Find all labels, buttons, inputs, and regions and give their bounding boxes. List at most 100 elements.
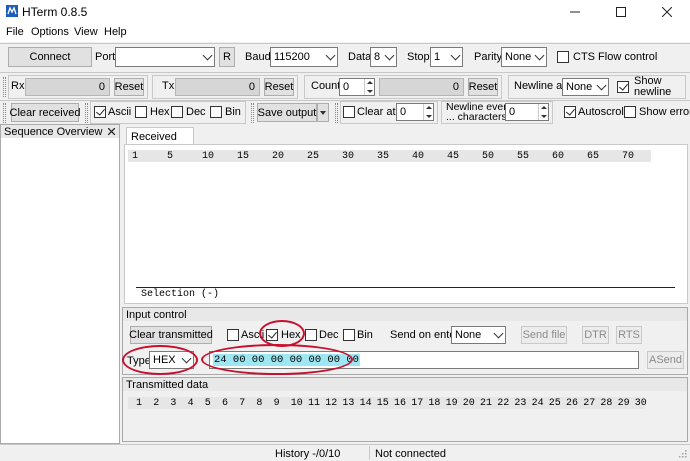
clear-at-spinner[interactable]: 0 (396, 103, 434, 121)
toolbar-grip[interactable] (335, 103, 338, 123)
show-errors-checkbox[interactable] (624, 106, 636, 118)
send-file-button[interactable]: Send file (521, 326, 567, 344)
asend-button[interactable]: ASend (647, 351, 684, 369)
send-on-enter-select[interactable]: None (451, 326, 506, 344)
received-data-view[interactable] (128, 162, 651, 286)
stop-bits-select[interactable]: 1 (430, 47, 463, 67)
tx-reset-button[interactable]: Reset (264, 78, 294, 96)
ruler-tick-label: 18 (428, 398, 441, 409)
count-reset-button[interactable]: Reset (468, 78, 498, 96)
ruler-tick-label: 10 (290, 398, 303, 409)
chevron-down-icon (320, 110, 326, 115)
parity-select[interactable]: None (501, 47, 547, 67)
toolbar-grip[interactable] (85, 103, 88, 123)
ruler-tick-label: 20 (272, 151, 285, 162)
ruler-tick-label: 13 (342, 398, 355, 409)
received-ruler: 1 5 10 15 20 25 30 35 40 45 50 55 60 65 70 (128, 150, 651, 162)
rx-count: 0 (98, 81, 105, 93)
ruler-tick-label: 25 (307, 151, 320, 162)
close-icon (662, 7, 672, 17)
input-dec-checkbox[interactable] (305, 329, 317, 341)
ruler-tick-label: 14 (359, 398, 372, 409)
ruler-tick-label: 24 (531, 398, 544, 409)
cts-flow-checkbox[interactable] (557, 51, 569, 63)
baud-select[interactable]: 115200 (270, 47, 338, 67)
ruler-tick-label: 15 (376, 398, 389, 409)
maximize-button[interactable] (598, 0, 644, 24)
chevron-down-icon (534, 50, 545, 61)
connection-status: Not connected (375, 448, 446, 460)
spinner-arrows-icon[interactable] (538, 104, 548, 120)
ruler-tick-label: 1 (132, 151, 139, 162)
ruler-tick-label: 29 (617, 398, 630, 409)
close-window-button[interactable] (644, 0, 690, 24)
rx-reset-button[interactable]: Reset (114, 78, 144, 96)
chevron-down-icon (493, 328, 504, 339)
input-bin-checkbox[interactable] (343, 329, 355, 341)
minimize-icon (570, 11, 580, 13)
ruler-tick-label: 30 (342, 151, 355, 162)
display-ascii-checkbox[interactable] (94, 106, 106, 118)
connect-button[interactable]: Connect (8, 47, 92, 67)
input-bin-label: Bin (357, 329, 373, 341)
rts-button[interactable]: RTS (616, 326, 642, 344)
ruler-tick-label: 65 (587, 151, 600, 162)
menu-view[interactable]: View (74, 26, 98, 38)
sequence-overview-panel (0, 124, 120, 444)
title-bar: HTerm 0.8.5 (0, 0, 690, 24)
input-ascii-checkbox[interactable] (227, 329, 239, 341)
menu-help[interactable]: Help (104, 26, 127, 38)
toolbar-grip[interactable] (3, 103, 6, 123)
ruler-tick-label: 28 (600, 398, 613, 409)
newline-at-label: Newline at (514, 80, 566, 92)
display-dec-label: Dec (186, 106, 206, 118)
clear-received-button[interactable]: Clear received (10, 103, 80, 122)
show-errors-label: Show errors (639, 106, 690, 118)
dtr-button[interactable]: DTR (582, 326, 609, 344)
menu-file[interactable]: File (6, 26, 24, 38)
count-spinner-value: 0 (343, 81, 350, 93)
save-output-dropdown[interactable] (317, 103, 329, 122)
display-ascii-label: Ascii (108, 106, 132, 118)
autoscroll-checkbox[interactable] (564, 106, 576, 118)
spinner-arrows-icon[interactable] (423, 104, 433, 120)
refresh-ports-button[interactable]: R (219, 47, 235, 67)
menu-bar: File Options View Help (0, 24, 690, 42)
tab-received-data[interactable]: Received Data (126, 127, 194, 155)
save-output-button[interactable]: Save output (257, 103, 317, 122)
close-icon[interactable] (108, 128, 115, 135)
transmitted-data-view[interactable] (128, 410, 684, 440)
newline-every-spinner[interactable]: 0 (505, 103, 549, 121)
resize-grip-icon[interactable] (677, 448, 687, 458)
baud-value: 115200 (274, 51, 310, 63)
show-newline-checkbox[interactable] (617, 81, 629, 93)
ruler-tick-label: 17 (411, 398, 424, 409)
display-bin-checkbox[interactable] (210, 106, 222, 118)
minimize-button[interactable] (552, 0, 598, 24)
port-select[interactable] (115, 47, 215, 67)
ruler-tick-label: 4 (187, 398, 194, 409)
annotation-circle-hex-input (201, 344, 353, 375)
rx-label: Rx (11, 80, 25, 92)
clear-transmitted-button[interactable]: Clear transmitted (129, 326, 213, 344)
ruler-tick-label: 3 (170, 398, 177, 409)
display-hex-checkbox[interactable] (135, 106, 147, 118)
data-bits-value: 8 (374, 51, 381, 63)
toolbar-grip[interactable] (251, 103, 254, 123)
divider (0, 43, 690, 44)
clear-at-checkbox[interactable] (343, 106, 355, 118)
sequence-overview-title: Sequence Overview (4, 125, 103, 138)
display-hex-label: Hex (150, 106, 170, 118)
display-dec-checkbox[interactable] (171, 106, 183, 118)
data-bits-select[interactable]: 8 (370, 47, 397, 67)
spinner-arrows-icon[interactable] (364, 79, 374, 95)
cts-flow-label: CTS Flow control (573, 51, 658, 63)
clear-at-label: Clear at (357, 106, 396, 118)
menu-options[interactable]: Options (31, 26, 69, 38)
newline-at-value: None (566, 81, 593, 93)
newline-at-select[interactable]: None (562, 78, 609, 96)
count-spinner[interactable]: 0 (339, 78, 375, 96)
toolbar-grip[interactable] (3, 77, 6, 97)
rx-counter: 0 (25, 78, 110, 96)
stop-bits-label: Stop (407, 51, 430, 63)
